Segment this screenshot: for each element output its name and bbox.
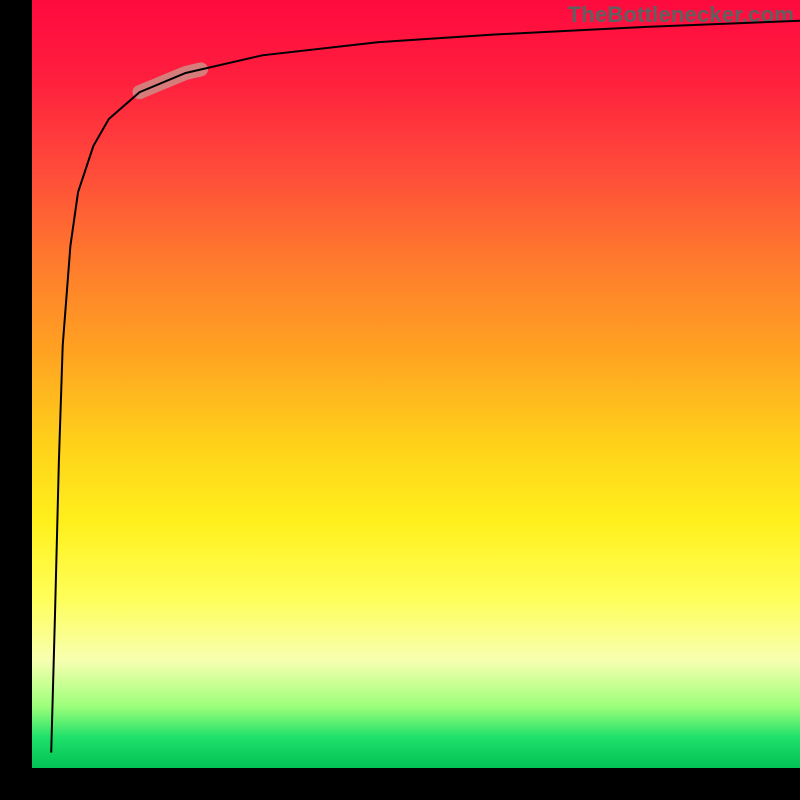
y-axis-border: [0, 0, 32, 800]
curve-layer: [32, 0, 800, 768]
figure: TheBottlenecker.com: [0, 0, 800, 800]
x-axis-border: [0, 768, 800, 800]
curve-line: [51, 21, 800, 753]
